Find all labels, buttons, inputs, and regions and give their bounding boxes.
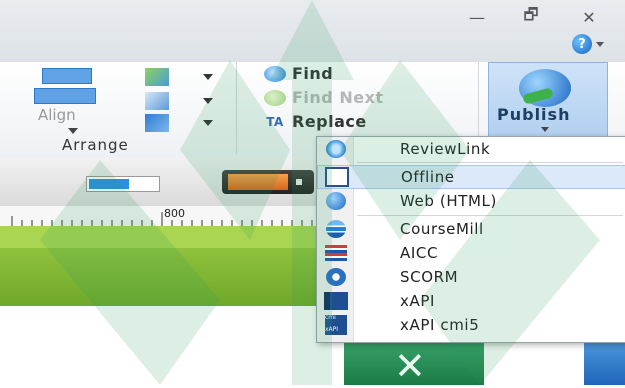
menu-item-scorm[interactable]: SCORM xyxy=(317,265,625,289)
menu-item-xapi-cmi5[interactable]: cmi xAPI xAPI cmi5 xyxy=(317,313,625,337)
maximize-button[interactable]: 🗗 xyxy=(516,4,546,28)
help-icon: ? xyxy=(572,34,592,54)
find-icon xyxy=(264,65,286,82)
bring-forward-icon[interactable] xyxy=(145,68,169,86)
reviewlink-icon xyxy=(324,139,348,159)
menu-item-label: xAPI cmi5 xyxy=(400,316,480,334)
find-next-label: Find Next xyxy=(292,88,384,107)
replace-label: Replace xyxy=(292,112,367,131)
chevron-down-icon xyxy=(596,41,604,47)
chevron-down-icon[interactable] xyxy=(203,98,213,104)
find-button[interactable]: Find xyxy=(264,64,333,83)
ribbon-separator xyxy=(236,62,237,154)
ruler-marker-label: 800 xyxy=(164,207,185,220)
globe-icon xyxy=(519,69,571,107)
menu-item-offline[interactable]: Offline xyxy=(317,165,625,189)
menu-item-xapi[interactable]: xAPI xyxy=(317,289,625,313)
help-label: ? xyxy=(578,36,586,52)
menu-item-label: SCORM xyxy=(400,268,459,286)
menu-item-web-html[interactable]: Web (HTML) xyxy=(317,189,625,213)
replace-icon: TA xyxy=(264,113,286,131)
help-button[interactable]: ? xyxy=(572,33,604,55)
align-button[interactable]: Align xyxy=(32,66,124,134)
toggle-fill xyxy=(89,179,129,189)
battery-toggle[interactable] xyxy=(222,170,314,194)
align-icon xyxy=(42,68,92,84)
menu-item-label: AICC xyxy=(400,244,439,262)
web-html-icon xyxy=(324,191,348,211)
replace-icon-text: TA xyxy=(266,114,284,129)
minimize-icon: — xyxy=(469,7,485,27)
offline-icon xyxy=(325,167,349,187)
xapi-cmi5-icon: cmi xAPI xyxy=(324,314,348,335)
arrange-group-label: Arrange xyxy=(62,136,129,154)
toggle-slider[interactable] xyxy=(86,176,160,192)
menu-item-label: xAPI xyxy=(400,292,436,310)
partial-app-icon: ✕ xyxy=(344,336,484,388)
chevron-down-icon xyxy=(541,127,549,132)
aicc-icon xyxy=(324,243,348,263)
restore-icon: 🗗 xyxy=(523,4,539,24)
arrow-icon xyxy=(522,87,554,105)
cmi-text: cmi xyxy=(325,314,336,321)
menu-item-label: CourseMill xyxy=(400,220,484,238)
menu-item-label: Web (HTML) xyxy=(400,192,497,210)
coursemill-icon xyxy=(324,219,348,239)
close-button[interactable]: ✕ xyxy=(574,6,604,28)
chevron-down-icon[interactable] xyxy=(203,74,213,80)
chevron-down-icon xyxy=(68,128,78,134)
xapi-icon xyxy=(324,291,348,311)
x-icon: ✕ xyxy=(394,344,426,388)
xapi-text: xAPI xyxy=(325,326,339,333)
find-next-icon xyxy=(264,89,286,106)
battery-fill xyxy=(228,174,288,190)
menu-item-coursemill[interactable]: CourseMill xyxy=(317,217,625,241)
replace-button[interactable]: TA Replace xyxy=(264,112,367,131)
title-bar: — 🗗 ✕ ? xyxy=(0,0,625,62)
send-backward-icon[interactable] xyxy=(145,92,169,110)
publish-dropdown-menu: ReviewLink Offline Web (HTML) CourseMill… xyxy=(316,136,625,343)
group-icon[interactable] xyxy=(145,114,169,132)
find-next-button[interactable]: Find Next xyxy=(264,88,384,107)
menu-separator xyxy=(357,162,623,163)
battery-tip xyxy=(296,179,302,185)
menu-item-reviewlink[interactable]: ReviewLink xyxy=(317,137,625,161)
menu-separator xyxy=(357,215,623,216)
menu-item-label: Offline xyxy=(401,168,455,186)
align-label: Align xyxy=(38,106,76,124)
scorm-icon xyxy=(324,267,348,287)
align-icon-bar xyxy=(34,88,96,104)
minimize-button[interactable]: — xyxy=(462,6,492,28)
publish-label: Publish xyxy=(497,105,571,124)
close-icon: ✕ xyxy=(582,7,596,27)
find-label: Find xyxy=(292,64,334,83)
menu-item-aicc[interactable]: AICC xyxy=(317,241,625,265)
menu-item-label: ReviewLink xyxy=(400,140,491,158)
chevron-down-icon[interactable] xyxy=(203,120,213,126)
